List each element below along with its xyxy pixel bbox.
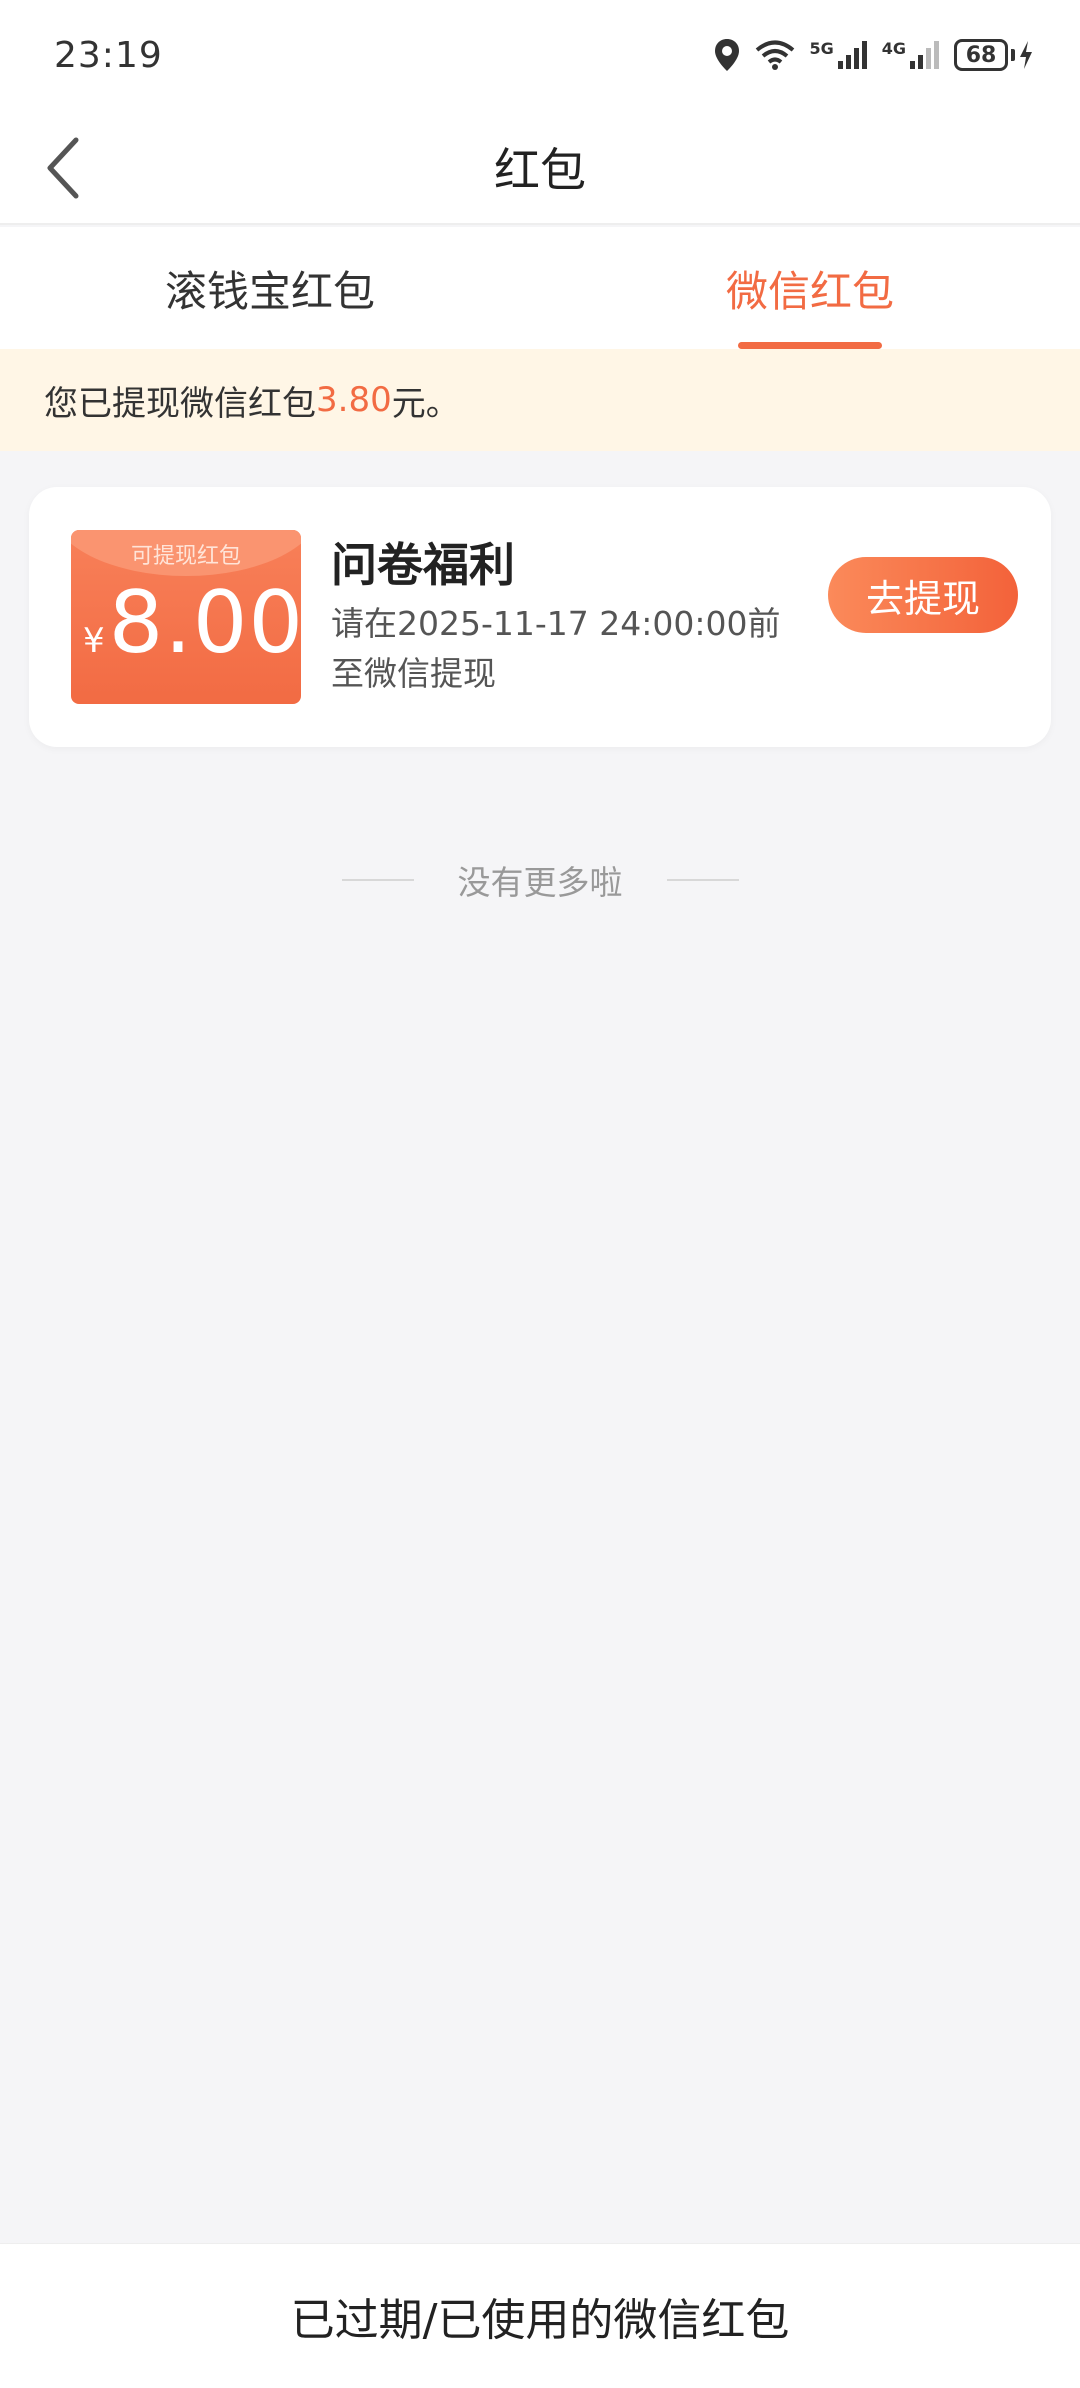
- status-icons: 5G 4G 68: [713, 38, 1034, 72]
- battery-icon: 68: [954, 39, 1034, 71]
- coupon-currency: ¥: [83, 621, 105, 661]
- tab-bar: 滚钱宝红包 微信红包: [0, 227, 1080, 349]
- expired-used-button[interactable]: 已过期/已使用的微信红包: [0, 2243, 1080, 2388]
- list-end-hint: 没有更多啦: [0, 855, 1080, 905]
- signal-4g-icon: 4G: [882, 39, 940, 71]
- nav-bar: 红包: [0, 110, 1080, 225]
- signal-5g-icon: 5G: [809, 39, 867, 71]
- coupon-amount: 8.00: [108, 573, 301, 673]
- list-end-text: 没有更多啦: [457, 863, 623, 902]
- card-title: 问卷福利: [331, 538, 515, 592]
- screen: 23:19 5G 4G 68 红包 滚钱宝红包 微信红包 您已提现微信红包 3.…: [0, 0, 1080, 2388]
- divider-line: [341, 879, 414, 881]
- page-title: 红包: [494, 142, 586, 197]
- status-bar: 23:19 5G 4G 68: [0, 0, 1080, 110]
- tab-label: 滚钱宝红包: [164, 266, 375, 316]
- notice-amount: 3.80: [316, 380, 392, 420]
- notice-prefix: 您已提现微信红包: [44, 383, 316, 424]
- battery-level: 68: [954, 39, 1008, 71]
- red-packet-card: 可提现红包 ¥ 8.00 问卷福利 请在2025-11-17 24:00:00前…: [29, 487, 1051, 747]
- back-button[interactable]: [22, 130, 102, 206]
- tab-gunqianbao-hongbao[interactable]: 滚钱宝红包: [0, 227, 540, 349]
- tab-wechat-hongbao[interactable]: 微信红包: [540, 227, 1080, 349]
- tab-active-indicator: [738, 342, 882, 349]
- status-time: 23:19: [54, 34, 163, 76]
- location-icon: [713, 38, 741, 72]
- network-4g-label: 4G: [881, 39, 906, 58]
- charging-icon: [1020, 41, 1032, 69]
- coupon-badge: 可提现红包 ¥ 8.00: [71, 530, 301, 704]
- withdrawn-notice: 您已提现微信红包 3.80 元。: [0, 349, 1080, 451]
- withdraw-button[interactable]: 去提现: [828, 557, 1018, 633]
- coupon-value: ¥ 8.00: [83, 580, 301, 666]
- card-deadline: 请在2025-11-17 24:00:00前至微信提现: [331, 604, 781, 693]
- notice-suffix: 元。: [391, 383, 460, 424]
- wifi-icon: [755, 39, 795, 71]
- chevron-left-icon: [47, 137, 79, 199]
- tab-label: 微信红包: [725, 266, 894, 316]
- network-5g-label: 5G: [809, 39, 834, 58]
- divider-line: [666, 879, 739, 881]
- expired-used-label: 已过期/已使用的微信红包: [290, 2295, 790, 2346]
- coupon-label: 可提现红包: [130, 544, 241, 569]
